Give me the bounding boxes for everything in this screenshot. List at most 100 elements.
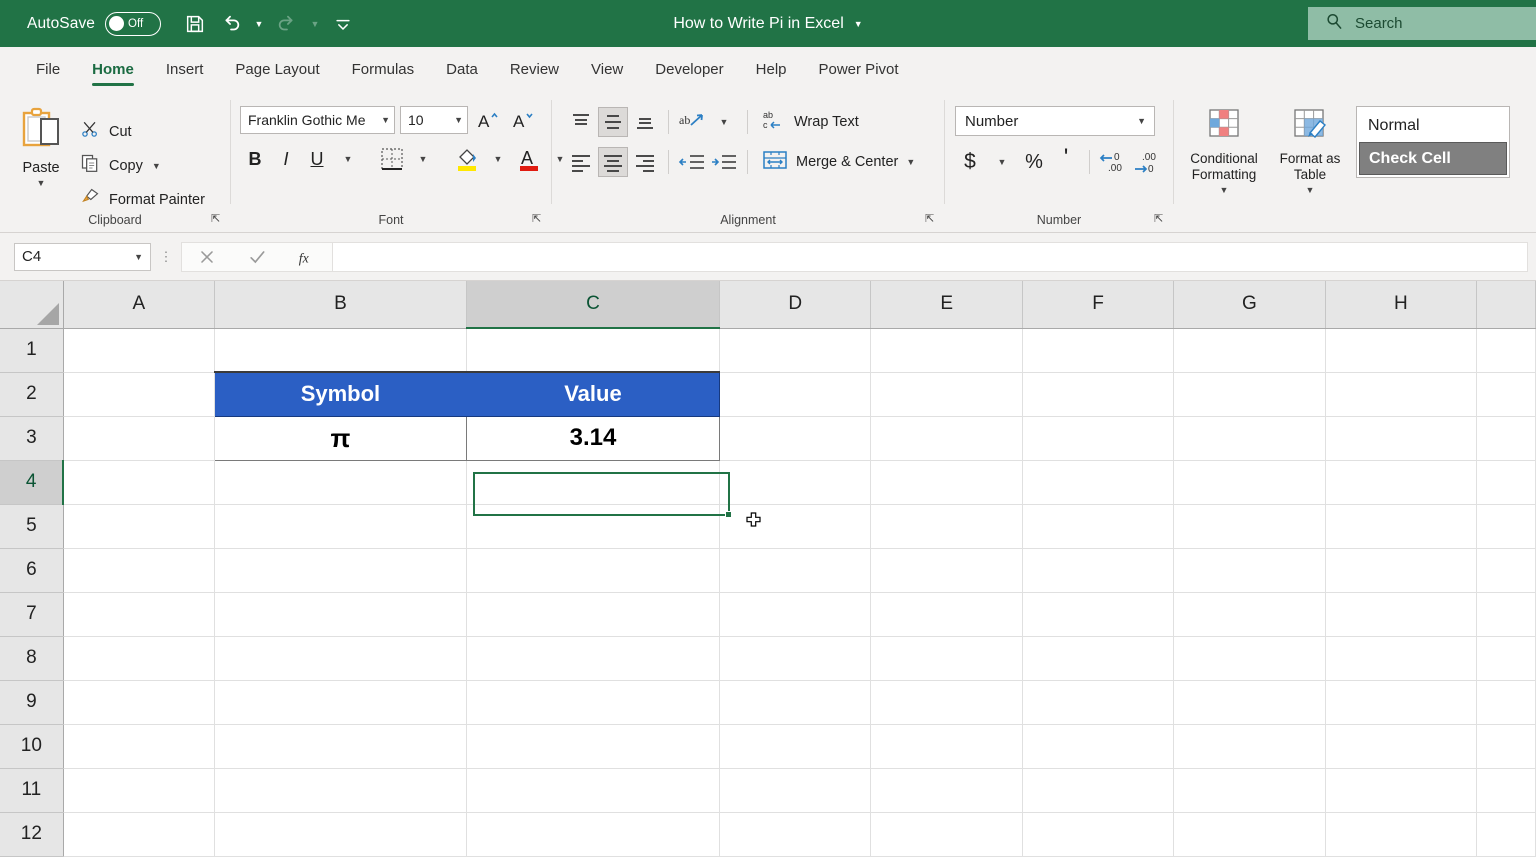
alignment-dialog-launcher-icon[interactable]: ⇱: [925, 213, 938, 226]
cell-g1[interactable]: [1174, 328, 1325, 372]
undo-icon[interactable]: [214, 7, 248, 41]
cell-h1[interactable]: [1325, 328, 1476, 372]
merge-and-center-button[interactable]: Merge & Center ▼: [756, 147, 921, 177]
cell-b7[interactable]: [215, 592, 467, 636]
copy-dropdown-icon[interactable]: ▼: [152, 161, 161, 171]
cell-d3[interactable]: [720, 416, 871, 460]
decrease-indent-button[interactable]: [677, 147, 707, 177]
cut-button[interactable]: Cut: [80, 118, 205, 146]
cell-h12[interactable]: [1325, 812, 1476, 856]
font-dialog-launcher-icon[interactable]: ⇱: [532, 213, 545, 226]
cell-e6[interactable]: [871, 548, 1022, 592]
cell-c3[interactable]: 3.14: [466, 416, 719, 460]
tab-data[interactable]: Data: [430, 47, 494, 92]
cell-d5[interactable]: [720, 504, 871, 548]
autosave-switch[interactable]: Off: [105, 12, 161, 36]
paste-dropdown-icon[interactable]: ▼: [37, 178, 46, 188]
cell-f7[interactable]: [1022, 592, 1173, 636]
name-box[interactable]: C4 ▼: [14, 243, 151, 271]
row-header-3[interactable]: 3: [0, 416, 63, 460]
cell-c7[interactable]: [466, 592, 719, 636]
cell-a2[interactable]: [63, 372, 214, 416]
row-header-6[interactable]: 6: [0, 548, 63, 592]
redo-dropdown-icon[interactable]: ▼: [306, 7, 324, 41]
cell-a9[interactable]: [63, 680, 214, 724]
cell-f12[interactable]: [1022, 812, 1173, 856]
format-painter-button[interactable]: Format Painter: [80, 186, 205, 214]
column-header-e[interactable]: E: [871, 281, 1022, 328]
cell-a12[interactable]: [63, 812, 214, 856]
font-size-input[interactable]: 10 ▼: [400, 106, 468, 134]
increase-font-size-button[interactable]: A: [473, 105, 503, 135]
cell-g7[interactable]: [1174, 592, 1325, 636]
cell-h11[interactable]: [1325, 768, 1476, 812]
tab-review[interactable]: Review: [494, 47, 575, 92]
cell-h9[interactable]: [1325, 680, 1476, 724]
underline-dropdown-icon[interactable]: ▼: [333, 144, 363, 174]
cell-a5[interactable]: [63, 504, 214, 548]
cell-h5[interactable]: [1325, 504, 1476, 548]
accounting-dropdown-icon[interactable]: ▼: [987, 147, 1017, 177]
number-format-select[interactable]: Number ▼: [955, 106, 1155, 136]
cell-e2[interactable]: [871, 372, 1022, 416]
check-icon[interactable]: [232, 243, 282, 271]
cell-h6[interactable]: [1325, 548, 1476, 592]
cell-f1[interactable]: [1022, 328, 1173, 372]
column-header-a[interactable]: A: [63, 281, 214, 328]
cell-b6[interactable]: [215, 548, 467, 592]
align-right-button[interactable]: [630, 147, 660, 177]
cell-h10[interactable]: [1325, 724, 1476, 768]
cell-d4[interactable]: [720, 460, 871, 504]
cell-b11[interactable]: [215, 768, 467, 812]
fill-handle[interactable]: [725, 511, 732, 518]
cell-e8[interactable]: [871, 636, 1022, 680]
cell-i3[interactable]: [1477, 416, 1536, 460]
column-header-b[interactable]: B: [215, 281, 467, 328]
cell-e7[interactable]: [871, 592, 1022, 636]
row-header-10[interactable]: 10: [0, 724, 63, 768]
cell-c2[interactable]: Value: [466, 372, 719, 416]
comma-format-button[interactable]: ': [1051, 147, 1081, 177]
cell-a6[interactable]: [63, 548, 214, 592]
cell-i1[interactable]: [1477, 328, 1536, 372]
cell-f10[interactable]: [1022, 724, 1173, 768]
cell-i5[interactable]: [1477, 504, 1536, 548]
clipboard-dialog-launcher-icon[interactable]: ⇱: [211, 213, 224, 226]
cell-c8[interactable]: [466, 636, 719, 680]
cell-e4[interactable]: [871, 460, 1022, 504]
cell-c12[interactable]: [466, 812, 719, 856]
cell-a8[interactable]: [63, 636, 214, 680]
cell-i6[interactable]: [1477, 548, 1536, 592]
cell-i12[interactable]: [1477, 812, 1536, 856]
fx-icon[interactable]: fx: [282, 243, 332, 271]
cell-b8[interactable]: [215, 636, 467, 680]
cell-h3[interactable]: [1325, 416, 1476, 460]
tab-page-layout[interactable]: Page Layout: [219, 47, 335, 92]
cell-a3[interactable]: [63, 416, 214, 460]
cell-c10[interactable]: [466, 724, 719, 768]
cell-d7[interactable]: [720, 592, 871, 636]
align-center-button[interactable]: [598, 147, 628, 177]
cell-b12[interactable]: [215, 812, 467, 856]
tab-formulas[interactable]: Formulas: [336, 47, 431, 92]
borders-button[interactable]: [377, 144, 407, 174]
select-all-corner[interactable]: [0, 281, 63, 328]
column-header-g[interactable]: G: [1174, 281, 1325, 328]
cell-e10[interactable]: [871, 724, 1022, 768]
cell-b9[interactable]: [215, 680, 467, 724]
cell-g11[interactable]: [1174, 768, 1325, 812]
cell-d10[interactable]: [720, 724, 871, 768]
cell-c4[interactable]: [466, 460, 719, 504]
cell-d12[interactable]: [720, 812, 871, 856]
cell-h2[interactable]: [1325, 372, 1476, 416]
row-header-2[interactable]: 2: [0, 372, 63, 416]
cell-e12[interactable]: [871, 812, 1022, 856]
cell-i7[interactable]: [1477, 592, 1536, 636]
name-box-dropdown-icon[interactable]: ▼: [134, 252, 143, 262]
tab-file[interactable]: File: [20, 47, 76, 92]
tab-view[interactable]: View: [575, 47, 639, 92]
increase-decimal-button[interactable]: 0 .00: [1098, 147, 1130, 177]
cell-d9[interactable]: [720, 680, 871, 724]
row-header-8[interactable]: 8: [0, 636, 63, 680]
tab-power-pivot[interactable]: Power Pivot: [803, 47, 915, 92]
